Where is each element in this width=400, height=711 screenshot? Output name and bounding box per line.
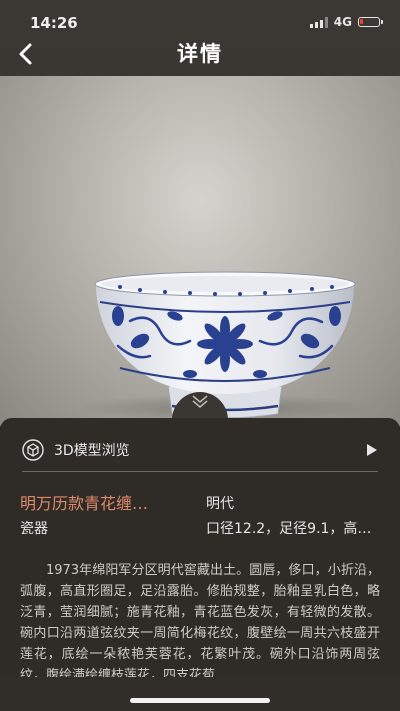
artifact-name[interactable]: 明万历款青花缠… [20, 490, 190, 514]
artifact-category: 瓷器 [20, 521, 48, 537]
nav-bar: 详情 [0, 32, 400, 76]
signal-icon [309, 16, 328, 28]
status-time: 14:26 [30, 14, 78, 32]
battery-icon [358, 17, 383, 27]
home-indicator [130, 698, 270, 703]
divider [22, 471, 378, 472]
battery-level [360, 19, 363, 24]
network-type: 4G [333, 15, 352, 29]
play-arrow-icon [367, 444, 377, 456]
model-viewer-row[interactable]: 3D模型浏览 [22, 430, 378, 470]
page-title: 详情 [177, 42, 223, 66]
detail-sheet: 3D模型浏览 明万历款青花缠… 瓷器 明代 口径12.2，足径9.1，高… 19… [0, 418, 400, 711]
model-viewer-label: 3D模型浏览 [54, 443, 130, 459]
status-indicators: 4G [309, 15, 383, 29]
artifact-dynasty: 明代 [206, 496, 234, 512]
artifact-dimensions: 口径12.2，足径9.1，高… [206, 521, 372, 537]
artifact-description: 1973年绵阳军分区明代窖藏出土。圆唇，侈口，小折沿，弧腹，高直形圈足，足沿露胎… [20, 563, 380, 683]
bottom-bar [0, 677, 400, 711]
artifact-image[interactable] [0, 76, 400, 426]
collapse-chevron-icon [192, 395, 208, 409]
porcelain-bowl-image [75, 271, 375, 422]
cube-icon [22, 439, 44, 461]
